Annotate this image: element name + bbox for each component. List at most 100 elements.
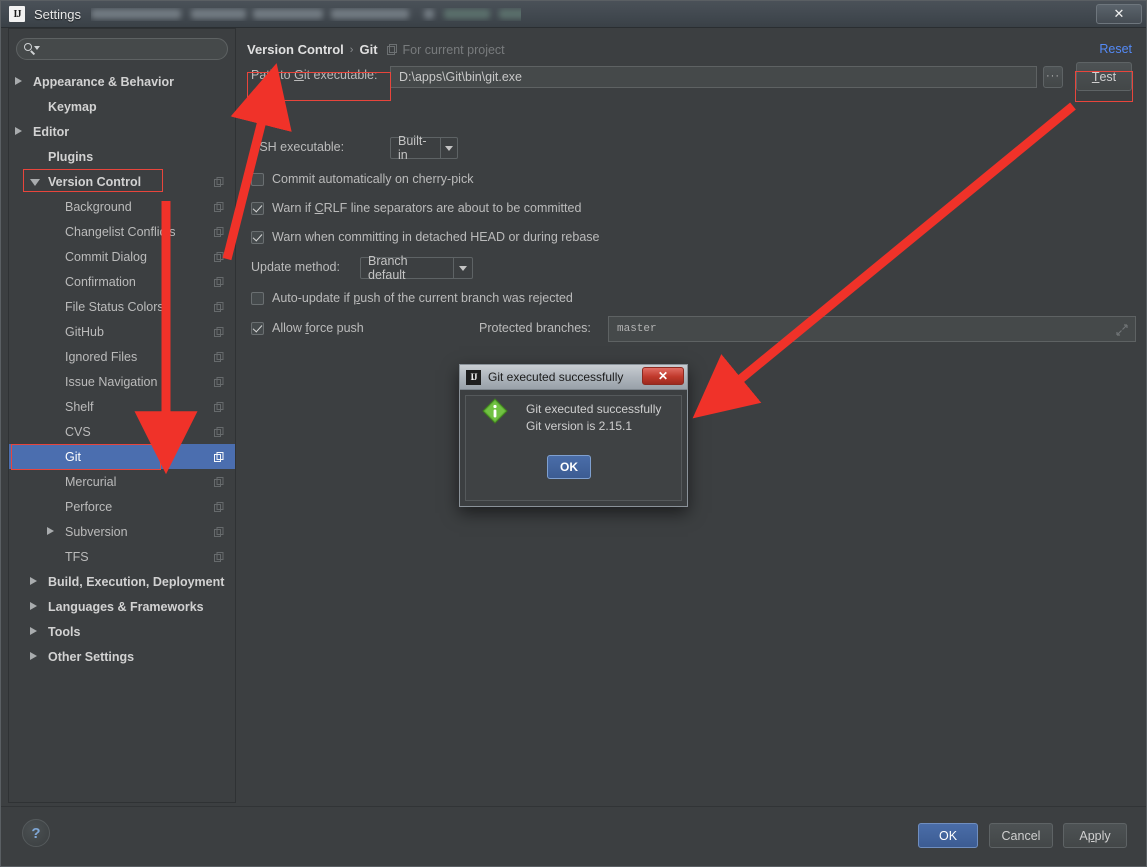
protected-branches-field-wrap[interactable] bbox=[608, 316, 1136, 342]
protected-branches-input[interactable] bbox=[608, 316, 1136, 342]
sidebar-item-label: Appearance & Behavior bbox=[33, 74, 175, 89]
update-method-dropdown[interactable]: Branch default bbox=[360, 254, 473, 282]
sidebar-item-tfs[interactable]: TFS bbox=[9, 544, 235, 569]
test-button[interactable]: Test bbox=[1076, 62, 1132, 91]
chevron-right-icon[interactable] bbox=[30, 652, 37, 660]
sidebar-item-issue-navigation[interactable]: Issue Navigation bbox=[9, 369, 235, 394]
sidebar-item-subversion[interactable]: Subversion bbox=[9, 519, 235, 544]
git-path-input[interactable] bbox=[390, 66, 1037, 88]
sidebar-item-keymap[interactable]: Keymap bbox=[9, 94, 235, 119]
sidebar-item-confirmation[interactable]: Confirmation bbox=[9, 269, 235, 294]
chevron-right-icon[interactable] bbox=[30, 577, 37, 585]
warn-crlf-row[interactable]: Warn if CRLF line separators are about t… bbox=[251, 201, 581, 215]
module-scope-icon bbox=[213, 176, 225, 188]
reset-link[interactable]: Reset bbox=[1099, 42, 1132, 56]
dialog-title-bar: IJ Git executed successfully ✕ bbox=[460, 365, 687, 390]
sidebar-item-label: Shelf bbox=[65, 399, 94, 414]
settings-sidebar: Appearance & Behavior Keymap Editor Plugins… bbox=[8, 28, 236, 803]
sidebar-item-ignored-files[interactable]: Ignored Files bbox=[9, 344, 235, 369]
auto-update-row[interactable]: Auto-update if push of the current branc… bbox=[251, 291, 573, 305]
redacted-title-text bbox=[90, 8, 521, 21]
module-scope-icon bbox=[213, 501, 225, 513]
sidebar-item-label: Editor bbox=[33, 124, 70, 139]
expand-field-icon[interactable] bbox=[1116, 323, 1128, 336]
ssh-executable-dropdown[interactable]: Built-in bbox=[390, 134, 458, 162]
auto-update-checkbox[interactable] bbox=[251, 291, 264, 305]
module-scope-icon bbox=[213, 351, 225, 363]
commit-cherry-pick-row[interactable]: Commit automatically on cherry-pick bbox=[251, 172, 473, 186]
sidebar-search-box[interactable] bbox=[16, 38, 228, 60]
sidebar-item-label: Perforce bbox=[65, 499, 113, 514]
chevron-down-icon[interactable] bbox=[30, 179, 40, 186]
sidebar-item-other-settings[interactable]: Other Settings bbox=[9, 644, 235, 669]
sidebar-item-label: Changelist Conflicts bbox=[65, 224, 176, 239]
module-scope-icon bbox=[213, 551, 225, 563]
allow-force-push-checkbox[interactable] bbox=[251, 321, 264, 335]
search-input[interactable] bbox=[38, 42, 227, 56]
warn-detached-head-checkbox[interactable] bbox=[251, 230, 264, 244]
search-icon bbox=[24, 42, 40, 56]
help-button[interactable]: ? bbox=[22, 819, 50, 847]
dialog-message-line1: Git executed successfully bbox=[526, 402, 662, 416]
sidebar-item-perforce[interactable]: Perforce bbox=[9, 494, 235, 519]
chevron-right-icon[interactable] bbox=[30, 627, 37, 635]
sidebar-item-label: Keymap bbox=[48, 99, 97, 114]
allow-force-push-row[interactable]: Allow force push bbox=[251, 321, 364, 335]
sidebar-item-label: Git bbox=[65, 449, 81, 464]
sidebar-item-tools[interactable]: Tools bbox=[9, 619, 235, 644]
sidebar-item-commit-dialog[interactable]: Commit Dialog bbox=[9, 244, 235, 269]
chevron-right-icon[interactable] bbox=[15, 127, 22, 135]
sidebar-item-languages-frameworks[interactable]: Languages & Frameworks bbox=[9, 594, 235, 619]
sidebar-item-github[interactable]: GitHub bbox=[9, 319, 235, 344]
chevron-down-icon bbox=[453, 258, 472, 278]
sidebar-item-plugins[interactable]: Plugins bbox=[9, 144, 235, 169]
git-settings-panel: Version Control › Git For current projec… bbox=[237, 28, 1146, 806]
cancel-button[interactable]: Cancel bbox=[989, 823, 1053, 848]
module-scope-icon bbox=[213, 426, 225, 438]
warn-crlf-checkbox[interactable] bbox=[251, 201, 264, 215]
sidebar-item-version-control[interactable]: Version Control bbox=[9, 169, 235, 194]
breadcrumb-section[interactable]: Version Control bbox=[247, 42, 344, 57]
sidebar-item-shelf[interactable]: Shelf bbox=[9, 394, 235, 419]
intellij-idea-icon: IJ bbox=[9, 6, 25, 22]
sidebar-item-label: File Status Colors bbox=[65, 299, 164, 314]
project-scope-icon bbox=[386, 43, 398, 56]
sidebar-item-label: Tools bbox=[48, 624, 81, 639]
git-path-label: Path to Git executable: bbox=[251, 68, 378, 82]
breadcrumb-page: Git bbox=[359, 42, 378, 57]
sidebar-item-build-execution-deployment[interactable]: Build, Execution, Deployment bbox=[9, 569, 235, 594]
chevron-right-icon[interactable] bbox=[15, 77, 22, 85]
module-scope-icon bbox=[213, 301, 225, 313]
warn-detached-head-row[interactable]: Warn when committing in detached HEAD or… bbox=[251, 230, 599, 244]
commit-cherry-pick-label: Commit automatically on cherry-pick bbox=[272, 172, 474, 186]
dialog-ok-button[interactable]: OK bbox=[547, 455, 591, 479]
sidebar-item-label: Mercurial bbox=[65, 474, 117, 489]
module-scope-icon bbox=[213, 476, 225, 488]
sidebar-item-changelist-conflicts[interactable]: Changelist Conflicts bbox=[9, 219, 235, 244]
sidebar-item-mercurial[interactable]: Mercurial bbox=[9, 469, 235, 494]
sidebar-item-label: Subversion bbox=[65, 524, 128, 539]
sidebar-item-cvs[interactable]: CVS bbox=[9, 419, 235, 444]
sidebar-item-editor[interactable]: Editor bbox=[9, 119, 235, 144]
update-method-value: Branch default bbox=[368, 254, 408, 282]
settings-tree: Appearance & Behavior Keymap Editor Plugins… bbox=[9, 69, 235, 802]
apply-button[interactable]: Ap ply bbox=[1063, 823, 1127, 848]
sidebar-item-git[interactable]: Git bbox=[9, 444, 235, 469]
sidebar-item-file-status-colors[interactable]: File Status Colors bbox=[9, 294, 235, 319]
intellij-idea-icon: IJ bbox=[466, 369, 481, 385]
browse-git-path-button[interactable]: ··· bbox=[1043, 66, 1063, 88]
module-scope-icon bbox=[213, 276, 225, 288]
window-close-button[interactable]: ✕ bbox=[1096, 4, 1142, 24]
dialog-close-button[interactable]: ✕ bbox=[642, 367, 684, 385]
sidebar-item-label: Commit Dialog bbox=[65, 249, 147, 264]
commit-cherry-pick-checkbox[interactable] bbox=[251, 172, 264, 186]
sidebar-item-background[interactable]: Background bbox=[9, 194, 235, 219]
ssh-executable-row: SSH executable: bbox=[251, 140, 344, 154]
ok-button[interactable]: OK bbox=[918, 823, 978, 848]
chevron-right-icon[interactable] bbox=[30, 602, 37, 610]
chevron-right-icon[interactable] bbox=[47, 527, 54, 535]
module-scope-icon bbox=[213, 251, 225, 263]
protected-branches-label-row: Protected branches: bbox=[479, 321, 591, 335]
sidebar-item-label: TFS bbox=[65, 549, 89, 564]
sidebar-item-appearance-behavior[interactable]: Appearance & Behavior bbox=[9, 69, 235, 94]
